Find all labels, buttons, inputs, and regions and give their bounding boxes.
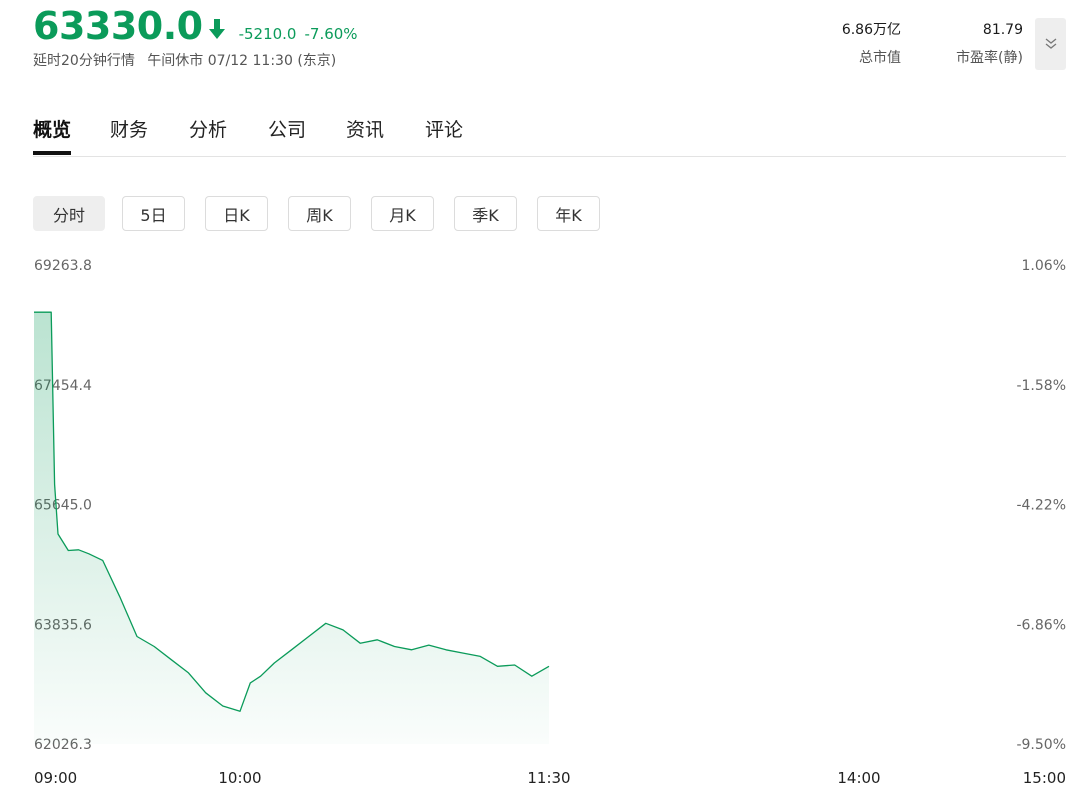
expand-button[interactable] (1035, 18, 1066, 70)
market-cap: 6.86万亿 总市值 (842, 20, 901, 68)
pe-ratio-value: 81.79 (982, 22, 1023, 38)
market-cap-label: 总市值 (859, 50, 901, 66)
tab-analysis[interactable]: 分析 (189, 115, 227, 154)
section-tabs: 概览 财务 分析 公司 资讯 评论 (33, 110, 1066, 157)
tab-overview[interactable]: 概览 (33, 115, 72, 155)
period-weekly-k-button[interactable]: 周K (288, 196, 351, 231)
price-area (34, 312, 549, 744)
price-change-percent: -7.60% (304, 25, 358, 43)
price-row: 63330.0 -5210.0 -7.60% (33, 4, 358, 48)
y-axis-right-label: -6.86% (1016, 617, 1066, 633)
period-5day-button[interactable]: 5日 (122, 196, 185, 231)
tab-company[interactable]: 公司 (268, 115, 306, 154)
x-axis-label: 15:00 (1023, 769, 1066, 787)
market-cap-value: 6.86万亿 (841, 22, 901, 38)
pe-ratio: 81.79 市盈率(静) (956, 20, 1023, 68)
market-status: 午间休市 07/12 11:30 (东京) (147, 53, 337, 69)
quote-status-line: 延时20分钟行情 午间休市 07/12 11:30 (东京) (33, 50, 336, 70)
period-quarterly-k-button[interactable]: 季K (454, 196, 517, 231)
delay-note: 延时20分钟行情 (33, 53, 135, 69)
period-yearly-k-button[interactable]: 年K (537, 196, 600, 231)
intraday-chart: 69263.867454.465645.063835.662026.31.06%… (34, 258, 1066, 787)
pe-ratio-label: 市盈率(静) (956, 50, 1023, 66)
x-axis-label: 14:00 (837, 769, 880, 787)
y-axis-right-label: -9.50% (1016, 737, 1066, 753)
period-monthly-k-button[interactable]: 月K (371, 196, 434, 231)
y-axis-right-label: -1.58% (1016, 378, 1066, 394)
y-axis-right-label: -4.22% (1016, 498, 1066, 514)
y-axis-right-label: 1.06% (1022, 258, 1066, 274)
down-arrow-icon (207, 17, 227, 41)
period-daily-k-button[interactable]: 日K (205, 196, 268, 231)
chart-period-selector: 分时 5日 日K 周K 月K 季K 年K (33, 196, 620, 231)
x-axis-label: 09:00 (34, 769, 77, 787)
tab-comments[interactable]: 评论 (425, 115, 463, 154)
tab-financials[interactable]: 财务 (110, 115, 148, 154)
tab-news[interactable]: 资讯 (346, 115, 384, 154)
y-axis-left-label: 69263.8 (34, 258, 92, 274)
quote-header: 63330.0 -5210.0 -7.60% 延时20分钟行情 午间休市 07/… (33, 4, 1066, 74)
last-price: 63330.0 (33, 4, 203, 48)
price-change: -5210.0 (238, 25, 297, 43)
double-chevron-down-icon (1045, 38, 1056, 49)
period-intraday-button[interactable]: 分时 (33, 196, 105, 231)
x-axis-label: 11:30 (527, 769, 570, 787)
x-axis-label: 10:00 (218, 769, 261, 787)
